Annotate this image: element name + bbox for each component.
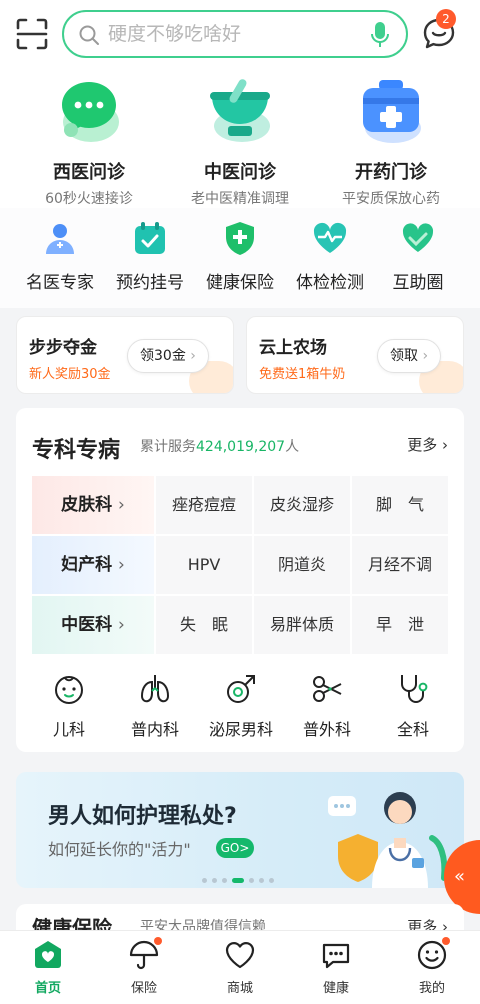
claim-gold-button[interactable]: 领30金 › bbox=[127, 339, 209, 373]
grid-item-checkup[interactable]: 体检检测 bbox=[282, 220, 378, 293]
heart-outline-icon bbox=[225, 942, 255, 969]
promo-subtitle: 新人奖励30金 bbox=[29, 367, 111, 382]
dept-label: 泌尿男科 bbox=[208, 720, 273, 739]
search-bar[interactable] bbox=[62, 10, 408, 58]
grid-item-appointment[interactable]: 预约挂号 bbox=[102, 220, 198, 293]
condition-cell[interactable]: 痤疮痘痘 bbox=[156, 476, 252, 534]
scan-icon[interactable] bbox=[14, 16, 50, 52]
message-badge: 2 bbox=[436, 9, 456, 29]
banner-go-button[interactable]: GO> bbox=[216, 838, 254, 858]
condition-cell[interactable]: HPV bbox=[156, 536, 252, 594]
condition-cell[interactable]: 脚 气 bbox=[352, 476, 448, 534]
tab-label: 健康 bbox=[322, 981, 349, 996]
condition-cell[interactable]: 易胖体质 bbox=[254, 596, 350, 654]
condition-cell[interactable]: 阴道炎 bbox=[254, 536, 350, 594]
medicine-kit-icon bbox=[363, 80, 421, 143]
chat-dots-icon bbox=[322, 943, 350, 969]
specialty-row-tcm: 中医科 › 失 眠 易胖体质 早 泄 bbox=[32, 596, 448, 654]
lungs-icon bbox=[140, 675, 170, 703]
dept-label: 普内科 bbox=[130, 720, 179, 739]
dept-label: 普外科 bbox=[302, 720, 351, 739]
mortar-pestle-icon bbox=[210, 79, 270, 142]
male-symbol-icon bbox=[227, 675, 255, 703]
dept-pediatrics[interactable]: 儿科 bbox=[26, 672, 112, 740]
promo-title: 步步夺金 bbox=[29, 338, 97, 358]
grid-label: 体检检测 bbox=[296, 273, 364, 293]
specialty-more-link[interactable]: 更多 › bbox=[407, 434, 448, 455]
shield-plus-icon bbox=[226, 222, 254, 255]
tab-label: 商城 bbox=[226, 981, 253, 996]
condition-cell[interactable]: 皮炎湿疹 bbox=[254, 476, 350, 534]
grid-label: 名医专家 bbox=[26, 273, 94, 293]
promo-card-steps[interactable]: 步步夺金 新人奖励30金 领30金 › bbox=[16, 316, 234, 394]
tab-label: 保险 bbox=[130, 981, 157, 996]
tab-insurance[interactable]: 保险 bbox=[104, 937, 184, 996]
category-dermatology[interactable]: 皮肤科 › bbox=[32, 476, 154, 534]
dept-label: 全科 bbox=[396, 720, 429, 739]
heart-hands-icon bbox=[402, 223, 434, 252]
specialty-row-gynecology: 妇产科 › HPV 阴道炎 月经不调 bbox=[32, 536, 448, 594]
service-title: 开药门诊 bbox=[355, 162, 427, 183]
calendar-check-icon bbox=[135, 222, 165, 254]
service-tcm-consult[interactable]: 中医问诊 老中医精准调理 bbox=[165, 76, 315, 208]
promo-banner[interactable]: 男人如何护理私处? 如何延长你的"活力" GO> bbox=[16, 772, 464, 888]
quick-grid: 名医专家 预约挂号 健康保险 体检检测 互助圈 bbox=[0, 208, 480, 508]
condition-cell[interactable]: 月经不调 bbox=[352, 536, 448, 594]
promo-title: 云上农场 bbox=[259, 338, 327, 358]
heart-pulse-icon bbox=[313, 222, 347, 253]
tab-label: 我的 bbox=[418, 981, 445, 996]
service-title: 中医问诊 bbox=[204, 162, 276, 183]
notification-dot bbox=[154, 937, 162, 945]
claim-button[interactable]: 领取 › bbox=[377, 339, 442, 373]
search-icon bbox=[79, 25, 99, 45]
grid-label: 健康保险 bbox=[206, 273, 274, 293]
tab-mall[interactable]: 商城 bbox=[200, 939, 280, 996]
dept-urology[interactable]: 泌尿男科 bbox=[198, 672, 284, 740]
specialty-panel: 专科专病 累计服务424,019,207人 更多 › 皮肤科 › 痤疮痘痘 皮炎… bbox=[16, 408, 464, 752]
service-subtitle: 60秒火速接诊 bbox=[45, 191, 133, 207]
grid-label: 预约挂号 bbox=[116, 273, 184, 293]
service-title: 西医问诊 bbox=[53, 162, 125, 183]
doctor-illustration-icon bbox=[328, 792, 448, 888]
top-section: 2 西医问诊 60秒火速接诊 中医问诊 老中医精准调理 bbox=[0, 0, 480, 208]
bottom-tab-bar: 首页 保险 商城 健康 我的 bbox=[0, 930, 480, 1004]
tab-home[interactable]: 首页 bbox=[8, 939, 88, 996]
dept-general[interactable]: 全科 bbox=[370, 672, 456, 740]
scissors-icon bbox=[313, 676, 342, 702]
home-heart-icon bbox=[35, 941, 61, 968]
microphone-icon[interactable] bbox=[370, 21, 390, 49]
service-subtitle: 平安质保放心药 bbox=[342, 191, 440, 207]
tab-label: 首页 bbox=[34, 981, 61, 996]
specialty-row-dermatology: 皮肤科 › 痤疮痘痘 皮炎湿疹 脚 气 bbox=[32, 476, 448, 534]
category-tcm[interactable]: 中医科 › bbox=[32, 596, 154, 654]
dept-internal[interactable]: 普内科 bbox=[112, 672, 198, 740]
tab-profile[interactable]: 我的 bbox=[392, 937, 472, 996]
category-gynecology[interactable]: 妇产科 › bbox=[32, 536, 154, 594]
promo-card-farm[interactable]: 云上农场 免费送1箱牛奶 领取 › bbox=[246, 316, 464, 394]
grid-item-insurance[interactable]: 健康保险 bbox=[192, 220, 288, 293]
baby-face-icon bbox=[55, 676, 83, 704]
condition-cell[interactable]: 失 眠 bbox=[156, 596, 252, 654]
banner-dots bbox=[202, 870, 279, 888]
grid-item-mutual-aid[interactable]: 互助圈 bbox=[370, 220, 466, 293]
search-input[interactable] bbox=[108, 21, 358, 47]
banner-title: 男人如何护理私处? bbox=[48, 804, 237, 829]
doctor-icon bbox=[46, 224, 74, 254]
service-western-consult[interactable]: 西医问诊 60秒火速接诊 bbox=[14, 76, 164, 208]
specialty-title: 专科专病 bbox=[32, 438, 121, 463]
condition-cell[interactable]: 早 泄 bbox=[352, 596, 448, 654]
service-prescription-clinic[interactable]: 开药门诊 平安质保放心药 bbox=[316, 76, 466, 208]
service-count: 累计服务424,019,207人 bbox=[140, 439, 300, 455]
tab-health[interactable]: 健康 bbox=[296, 939, 376, 996]
dept-label: 儿科 bbox=[52, 720, 85, 739]
notification-dot bbox=[442, 937, 450, 945]
stethoscope-icon bbox=[401, 675, 428, 703]
promo-subtitle: 免费送1箱牛奶 bbox=[259, 367, 346, 382]
banner-subtitle: 如何延长你的"活力" bbox=[48, 840, 191, 859]
grid-label: 互助圈 bbox=[392, 273, 444, 293]
grid-item-experts[interactable]: 名医专家 bbox=[12, 220, 108, 293]
service-subtitle: 老中医精准调理 bbox=[191, 191, 289, 207]
chat-bubble-icon bbox=[62, 82, 119, 142]
dept-surgery[interactable]: 普外科 bbox=[284, 672, 370, 740]
